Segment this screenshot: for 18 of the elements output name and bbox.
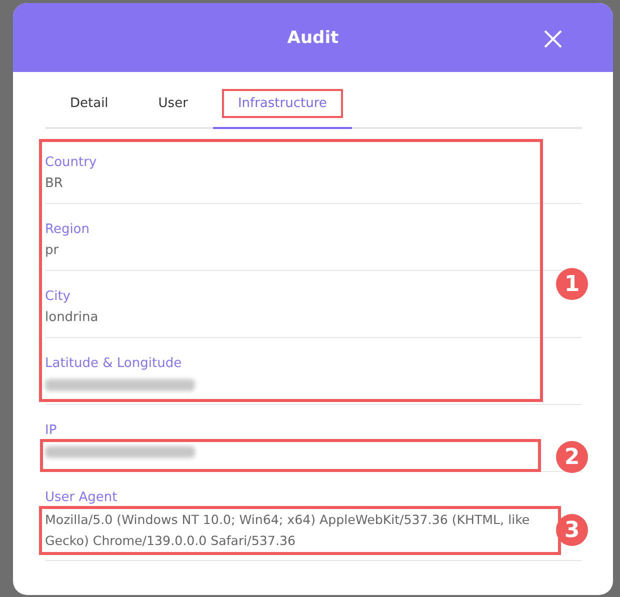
- dialog-title: Audit: [287, 28, 339, 48]
- tab[interactable]: Detail: [54, 89, 124, 118]
- field-value: pr: [45, 242, 60, 260]
- field-label: User Agent: [45, 489, 118, 507]
- field-label: Latitude & Longitude: [45, 355, 183, 373]
- field-value: BR: [45, 175, 64, 193]
- field-value: londrina: [45, 309, 100, 327]
- field-label: City: [45, 288, 72, 306]
- tab[interactable]: Infrastructure: [222, 89, 343, 118]
- close-icon[interactable]: [543, 29, 563, 49]
- number-badge: 2: [556, 441, 588, 473]
- tab[interactable]: User: [142, 89, 204, 118]
- field-label: IP: [45, 422, 58, 440]
- field-value: Mozilla/5.0 (Windows NT 10.0; Win64; x64) AppleWebKit/537.36 (KHTML, like Gecko) Chrome/139.0.0.0 Safari/537.36: [45, 511, 531, 550]
- field-label: Country: [45, 154, 98, 172]
- number-badge: 3: [556, 514, 588, 546]
- field-label: Region: [45, 221, 91, 239]
- number-badge: 1: [556, 268, 588, 300]
